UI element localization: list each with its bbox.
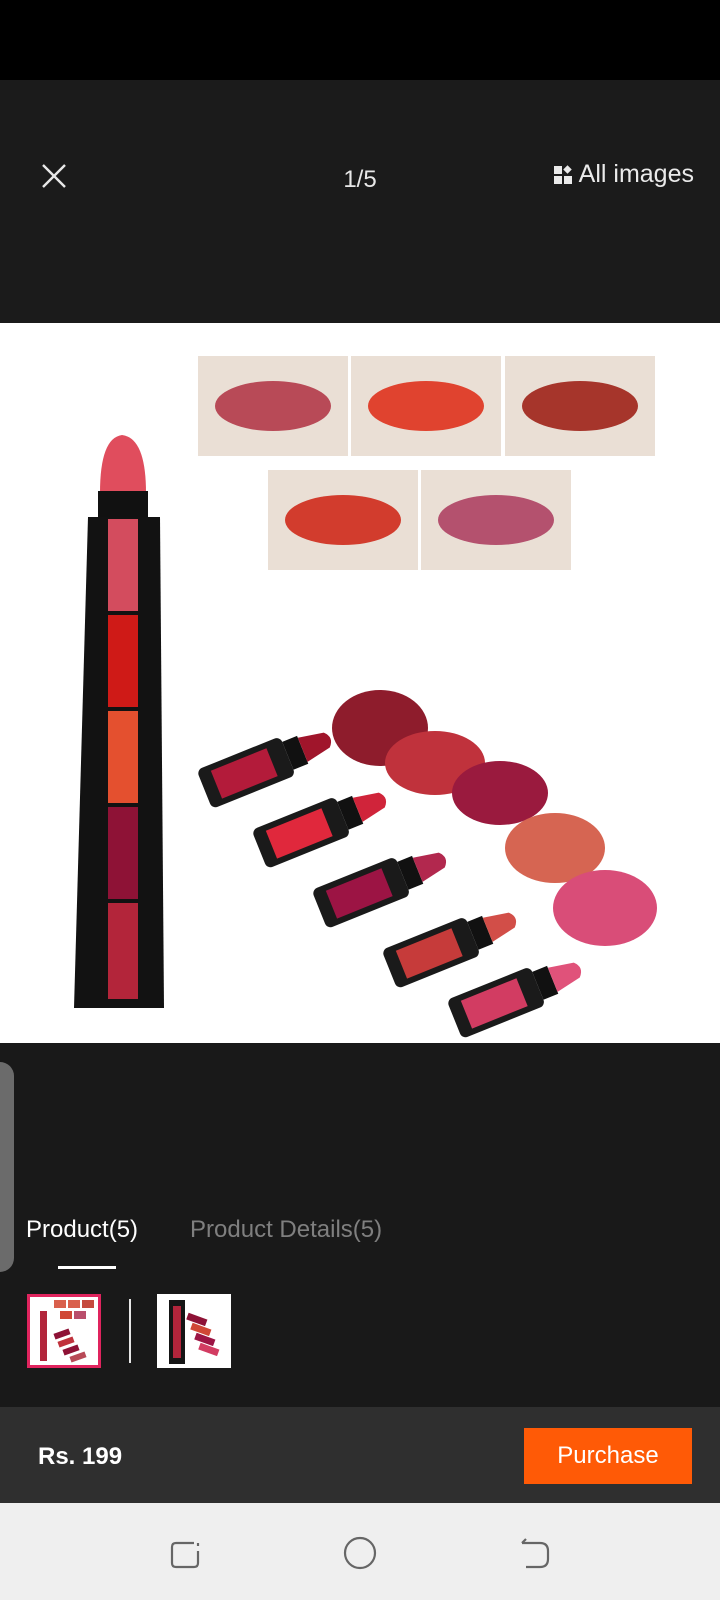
thumbnail-divider [129,1299,131,1363]
gallery-grid-icon [553,164,572,184]
thumbnail-strip [27,1293,231,1369]
side-drawer-handle[interactable] [0,1062,14,1272]
system-navigation-bar [0,1503,720,1600]
lipstick-smudges [332,690,657,946]
lip-swatches [198,356,655,570]
all-images-button[interactable]: All images [553,160,694,189]
image-tabs: Product(5) Product Details(5) [26,1216,382,1269]
back-icon [521,1538,550,1569]
thumbnail-image [169,1300,220,1364]
recent-apps-icon [170,1541,200,1569]
tab-product[interactable]: Product(5) [26,1216,139,1269]
price: Rs. 199 [38,1443,123,1470]
viewer-header [0,80,720,323]
tab-product-label: Product(5) [26,1216,139,1243]
active-tab-indicator [58,1266,116,1269]
all-images-label: All images [578,160,694,188]
tab-product-details-label: Product Details(5) [190,1216,383,1243]
status-bar [0,0,720,80]
purchase-button[interactable]: Purchase [524,1428,692,1484]
thumbnail-1[interactable] [27,1294,101,1368]
tab-product-details[interactable]: Product Details(5) [190,1216,382,1244]
home-icon [343,1536,377,1570]
lipstick-product-illustration [74,356,657,1038]
thumbnail-2[interactable] [157,1294,231,1368]
product-image[interactable] [0,323,720,1043]
recent-apps-button[interactable] [166,1533,206,1573]
purchase-bar: Rs. 199 Purchase [0,1407,720,1503]
home-button[interactable] [340,1533,380,1573]
thumbnail-image [40,1300,94,1363]
back-button[interactable] [514,1533,554,1573]
tall-lipstick [74,435,164,1008]
